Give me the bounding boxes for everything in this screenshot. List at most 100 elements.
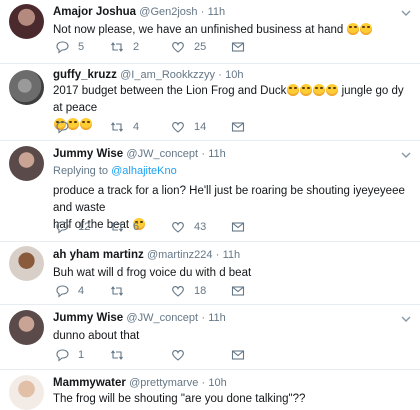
author-name[interactable]: Jummy Wise <box>53 148 123 160</box>
reply-icon <box>56 285 69 298</box>
tweet-text: The frog will be shouting "are you done … <box>53 393 306 405</box>
author-handle[interactable]: @Gen2josh <box>139 6 197 18</box>
message-icon <box>231 286 245 296</box>
author-handle[interactable]: @I_am_Rookkzzyy <box>120 69 215 81</box>
avatar[interactable] <box>9 310 44 345</box>
retweet-button[interactable] <box>110 347 133 363</box>
avatar[interactable] <box>9 70 44 105</box>
direct-message-button[interactable] <box>231 219 254 235</box>
like-button[interactable]: 18 <box>171 283 206 299</box>
reply-count: 1 <box>78 349 85 361</box>
laughing-emoji-icon <box>360 23 373 35</box>
direct-message-button[interactable] <box>231 119 254 135</box>
avatar[interactable] <box>9 4 44 39</box>
tweet-text: Buh wat will d frog voice du with d beat <box>53 267 252 279</box>
author-handle[interactable]: @JW_concept <box>126 148 198 160</box>
retweet-button[interactable]: 2 <box>110 39 139 55</box>
tweet-4[interactable]: ah yham martinz @martinz224 · 11h Buh wa… <box>0 242 420 304</box>
author-name[interactable]: Mammywater <box>53 377 126 389</box>
like-icon <box>172 42 184 53</box>
tweet-2[interactable]: guffy_kruzz @I_am_Rookkzzyy · 10h 2017 b… <box>0 64 420 139</box>
tweet-actions: 4 14 <box>53 119 393 135</box>
reply-button[interactable] <box>55 119 78 135</box>
author-name[interactable]: guffy_kruzz <box>53 69 117 81</box>
like-button[interactable]: 43 <box>171 219 206 235</box>
separator-dot: · <box>215 249 220 261</box>
chevron-down-icon[interactable] <box>400 313 412 325</box>
timestamp[interactable]: 10h <box>225 69 243 81</box>
reply-icon <box>56 41 69 54</box>
avatar[interactable] <box>9 375 44 410</box>
separator-dot: · <box>201 377 206 389</box>
retweet-icon <box>111 350 123 360</box>
timestamp[interactable]: 11h <box>208 148 226 160</box>
tweet-3[interactable]: Jummy Wise @JW_concept · 11h Replying to… <box>0 141 420 241</box>
author-name[interactable]: ah yham martinz <box>53 249 144 261</box>
direct-message-button[interactable] <box>231 347 254 363</box>
separator-dot: · <box>201 148 205 160</box>
reply-icon <box>56 121 69 134</box>
timestamp[interactable]: 11h <box>208 312 226 324</box>
author-name[interactable]: Amajor Joshua <box>53 6 136 18</box>
message-icon <box>231 222 245 232</box>
retweet-button[interactable] <box>110 283 133 299</box>
timestamp[interactable]: 10h <box>208 377 226 389</box>
reply-icon <box>56 221 69 234</box>
retweet-button[interactable]: 4 <box>110 119 139 135</box>
author-name[interactable]: Jummy Wise <box>53 312 123 324</box>
timestamp[interactable]: 11h <box>223 249 241 261</box>
direct-message-button[interactable] <box>231 283 254 299</box>
like-button[interactable] <box>171 347 194 363</box>
direct-message-button[interactable] <box>231 39 254 55</box>
replying-to: Replying to @alhajiteKno <box>53 165 177 177</box>
chevron-down-icon[interactable] <box>400 149 412 161</box>
reply-button[interactable]: 4 <box>55 283 84 299</box>
message-icon <box>231 42 245 52</box>
reply-count: 12 <box>78 221 91 233</box>
retweet-button[interactable]: 6 <box>110 219 139 235</box>
like-icon <box>172 222 184 233</box>
tweet-actions: 1 <box>53 347 393 363</box>
reply-count: 5 <box>78 41 85 53</box>
message-icon <box>231 122 245 132</box>
avatar[interactable] <box>9 146 44 181</box>
laughing-emoji-icon <box>287 84 300 96</box>
reply-count: 4 <box>78 285 85 297</box>
reply-button[interactable]: 12 <box>55 219 90 235</box>
author-handle[interactable]: @prettymarve <box>129 377 198 389</box>
like-count: 18 <box>194 285 207 297</box>
tweet-text: dunno about that <box>53 330 140 342</box>
tweet-6[interactable]: Mammywater @prettymarve · 10h The frog w… <box>0 370 420 410</box>
tweet-actions: 4 18 <box>53 283 393 299</box>
retweet-count: 2 <box>133 41 140 53</box>
avatar[interactable] <box>9 246 44 281</box>
tweet-1[interactable]: Amajor Joshua @Gen2josh · 11h Not now pl… <box>0 0 420 63</box>
separator-dot: · <box>218 69 222 81</box>
tweet-actions: 12 6 43 <box>53 219 393 235</box>
like-button[interactable]: 14 <box>171 119 206 135</box>
separator-dot: · <box>201 312 205 324</box>
like-button[interactable]: 25 <box>171 39 206 55</box>
timestamp[interactable]: 11h <box>208 6 226 18</box>
separator-dot: · <box>200 6 205 18</box>
reply-button[interactable]: 5 <box>55 39 84 55</box>
reply-button[interactable]: 1 <box>55 347 84 363</box>
laughing-emoji-icon <box>347 23 360 35</box>
like-icon <box>172 350 184 361</box>
tweet-actions: 5 2 25 <box>53 39 393 55</box>
retweet-count: 4 <box>133 121 140 133</box>
author-handle[interactable]: @JW_concept <box>126 312 198 324</box>
chevron-down-icon[interactable] <box>400 7 412 19</box>
replying-to-link[interactable]: @alhajiteKno <box>111 165 177 177</box>
like-icon <box>172 122 184 133</box>
retweet-icon <box>111 222 123 232</box>
retweet-icon <box>111 286 123 296</box>
laughing-emoji-icon <box>313 84 326 96</box>
tweet-5[interactable]: Jummy Wise @JW_concept · 11h dunno about… <box>0 305 420 369</box>
like-icon <box>172 286 184 297</box>
retweet-count: 6 <box>133 221 140 233</box>
tweet-text: Not now please, we have an unfinished bu… <box>53 22 416 39</box>
laughing-emoji-icon <box>326 84 339 96</box>
reply-icon <box>56 349 69 362</box>
author-handle[interactable]: @martinz224 <box>147 249 213 261</box>
